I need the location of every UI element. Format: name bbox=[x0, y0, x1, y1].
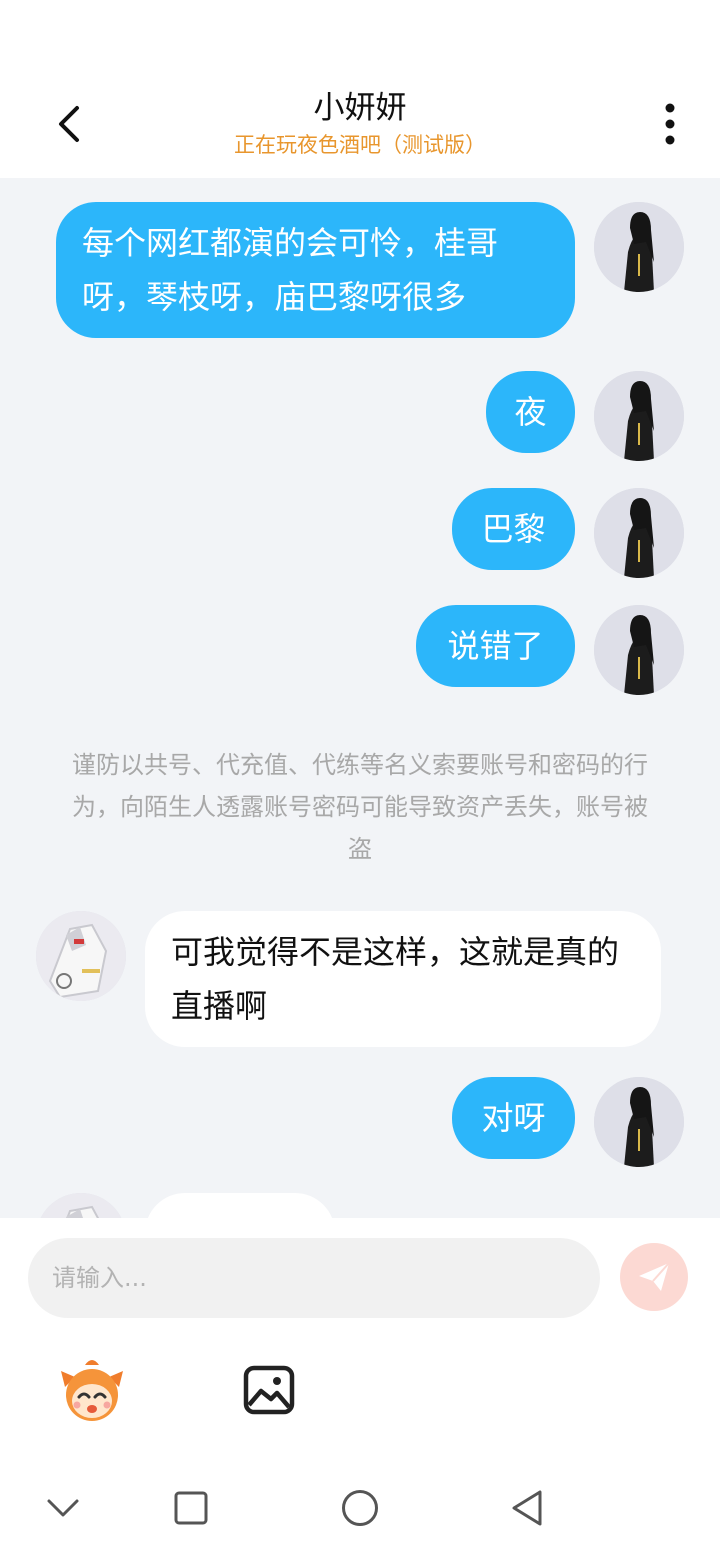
my-avatar[interactable] bbox=[594, 605, 684, 695]
more-vertical-icon bbox=[665, 103, 675, 145]
system-nav-bar bbox=[0, 1458, 720, 1560]
image-button[interactable] bbox=[229, 1350, 309, 1430]
avatar-image bbox=[36, 911, 126, 1001]
contact-avatar[interactable] bbox=[36, 1193, 126, 1218]
nav-home-button[interactable] bbox=[325, 1478, 395, 1538]
message-bubble-sent[interactable]: 夜 bbox=[486, 371, 575, 453]
message-bubble-sent[interactable]: 对呀 bbox=[452, 1077, 575, 1159]
nav-recents-button[interactable] bbox=[156, 1478, 226, 1538]
my-avatar[interactable] bbox=[594, 488, 684, 578]
send-button[interactable] bbox=[620, 1243, 688, 1311]
my-avatar[interactable] bbox=[594, 371, 684, 461]
my-avatar[interactable] bbox=[594, 1077, 684, 1167]
message-bubble-received-partial[interactable] bbox=[145, 1193, 335, 1218]
title-area: 小妍妍 正在玩夜色酒吧（测试版） bbox=[160, 88, 560, 160]
cartoon-face-icon bbox=[61, 1360, 123, 1421]
security-notice: 谨防以共号、代充值、代练等名义索要账号和密码的行为，向陌生人透露账号密码可能导致… bbox=[72, 751, 648, 863]
status-bar bbox=[0, 0, 720, 70]
message-bubble-received[interactable]: 可我觉得不是这样，这就是真的直播啊 bbox=[145, 911, 661, 1047]
avatar-image bbox=[594, 1077, 684, 1167]
more-options-button[interactable] bbox=[640, 94, 700, 154]
avatar-image bbox=[594, 371, 684, 461]
avatar-image bbox=[594, 202, 684, 292]
chevron-down-icon bbox=[47, 1499, 79, 1517]
message-input[interactable] bbox=[28, 1238, 600, 1318]
nav-back-button[interactable] bbox=[492, 1478, 562, 1538]
message-bubble-sent[interactable]: 巴黎 bbox=[452, 488, 575, 570]
my-avatar[interactable] bbox=[594, 202, 684, 292]
message-list[interactable]: 每个网红都演的会可怜，桂哥呀，琴枝呀，庙巴黎呀很多 夜 巴黎 说错了 谨防以共号… bbox=[0, 178, 720, 1218]
image-icon bbox=[243, 1365, 295, 1415]
sticker-button[interactable] bbox=[52, 1350, 132, 1430]
back-button[interactable] bbox=[40, 94, 100, 154]
contact-avatar[interactable] bbox=[36, 911, 126, 1001]
square-icon bbox=[174, 1491, 208, 1525]
contact-name: 小妍妍 bbox=[313, 90, 407, 126]
triangle-left-icon bbox=[512, 1490, 542, 1526]
avatar-image bbox=[594, 605, 684, 695]
contact-status: 正在玩夜色酒吧（测试版） bbox=[234, 133, 486, 157]
input-panel bbox=[0, 1218, 720, 1458]
avatar-image bbox=[36, 1193, 126, 1218]
avatar-image bbox=[594, 488, 684, 578]
paper-plane-icon bbox=[639, 1262, 670, 1291]
chat-header: 小妍妍 正在玩夜色酒吧（测试版） bbox=[0, 70, 720, 178]
message-bubble-sent[interactable]: 说错了 bbox=[416, 605, 575, 687]
circle-icon bbox=[342, 1490, 378, 1526]
nav-collapse-button[interactable] bbox=[28, 1478, 98, 1538]
chevron-left-icon bbox=[59, 106, 79, 142]
message-bubble-sent[interactable]: 每个网红都演的会可怜，桂哥呀，琴枝呀，庙巴黎呀很多 bbox=[56, 202, 575, 338]
